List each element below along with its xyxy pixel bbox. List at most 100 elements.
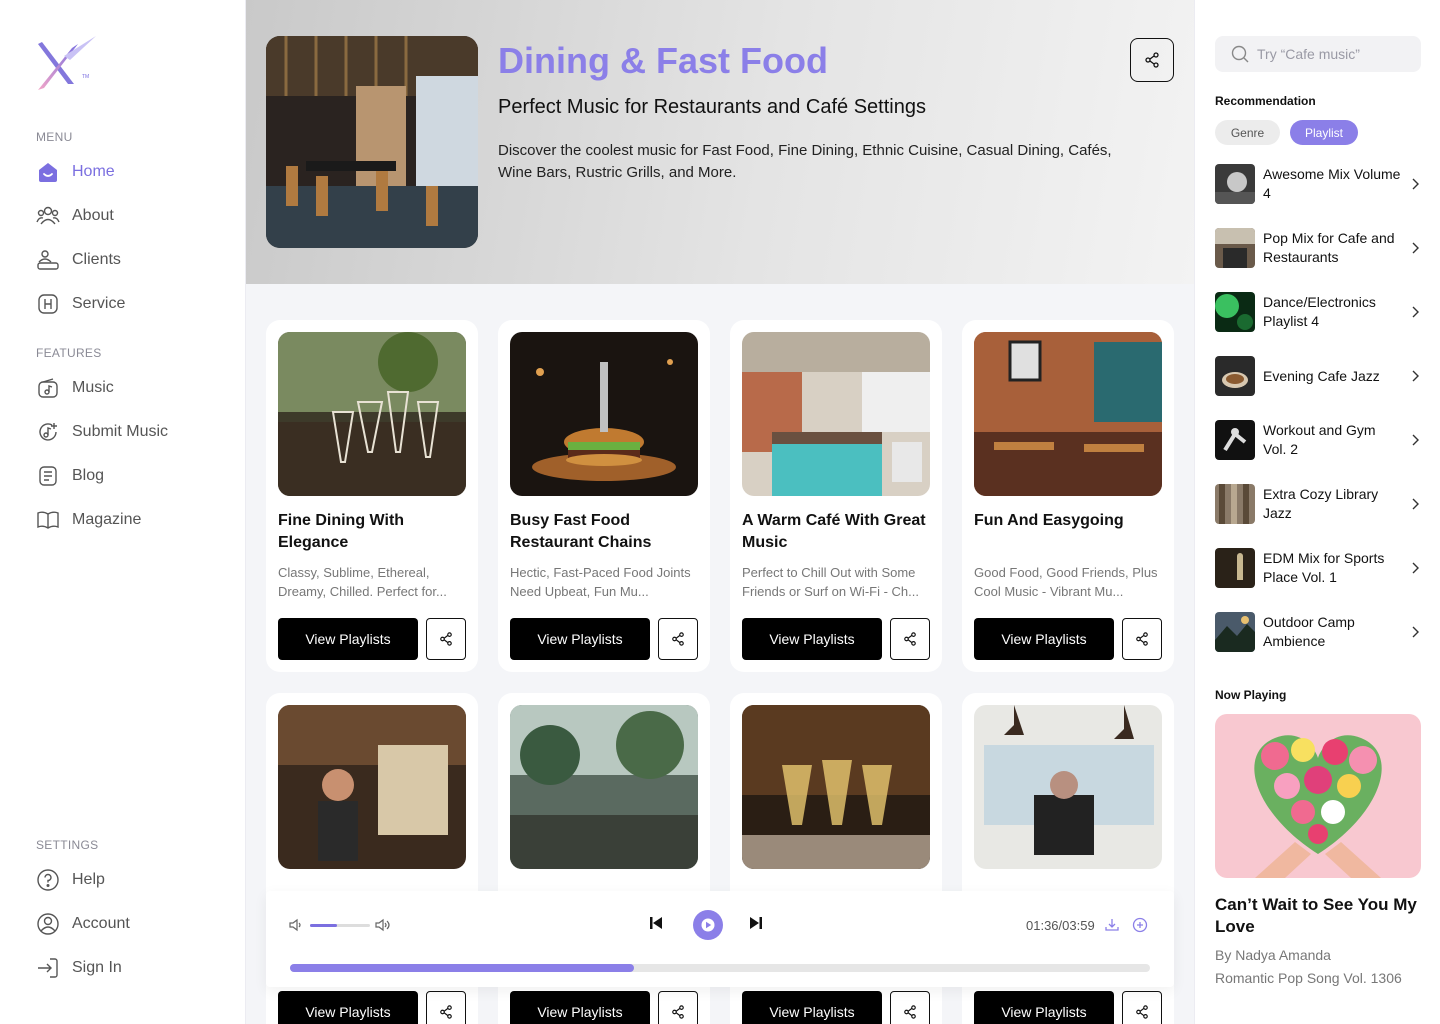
view-playlists-button[interactable]: View Playlists [278, 991, 418, 1024]
play-button[interactable] [693, 910, 723, 940]
recommendation-title: EDM Mix for Sports Place Vol. 1 [1263, 549, 1401, 587]
view-playlists-button[interactable]: View Playlists [742, 991, 882, 1024]
playback-progress-bar[interactable] [290, 964, 1150, 972]
book-icon [36, 508, 60, 532]
recommendation-item[interactable]: Workout and Gym Vol. 2 [1215, 420, 1421, 460]
volume-high-icon[interactable] [374, 917, 392, 933]
view-playlists-button[interactable]: View Playlists [974, 618, 1114, 660]
card-title: A Warm Café With Great Music [742, 510, 932, 554]
account-icon [36, 912, 60, 936]
nav-about[interactable]: About [36, 202, 114, 230]
nav-home[interactable]: Home [36, 158, 115, 186]
menu-section-label: MENU [36, 130, 73, 144]
chevron-right-icon [1409, 562, 1421, 574]
play-icon [701, 918, 715, 932]
chip-playlist[interactable]: Playlist [1290, 120, 1358, 145]
card-description: Perfect to Chill Out with Some Friends o… [742, 563, 932, 601]
nav-clients-label: Clients [72, 251, 121, 269]
features-section-label: FEATURES [36, 346, 102, 360]
share-button[interactable] [1130, 38, 1174, 82]
recommendation-item[interactable]: Extra Cozy Library Jazz [1215, 484, 1421, 524]
chip-genre[interactable]: Genre [1215, 120, 1280, 145]
clients-icon [36, 248, 60, 272]
nav-home-label: Home [72, 163, 115, 181]
next-track-icon[interactable] [748, 915, 764, 931]
nav-clients[interactable]: Clients [36, 246, 121, 274]
playlist-thumbnail [1215, 484, 1255, 524]
volume-slider-fill [310, 924, 337, 927]
nav-submit-music-label: Submit Music [72, 423, 168, 441]
svg-text:TM: TM [82, 74, 89, 80]
card-share-button[interactable] [890, 991, 930, 1024]
card-share-button[interactable] [658, 991, 698, 1024]
brand-logo[interactable]: TM [34, 34, 100, 92]
playlist-thumbnail [1215, 356, 1255, 396]
nav-account[interactable]: Account [36, 910, 130, 938]
nav-sign-in[interactable]: Sign In [36, 954, 122, 982]
now-playing-cover [1215, 714, 1421, 878]
nav-service[interactable]: Service [36, 290, 125, 318]
recommendation-item[interactable]: EDM Mix for Sports Place Vol. 1 [1215, 548, 1421, 588]
nav-submit-music[interactable]: Submit Music [36, 418, 168, 446]
card-description: Hectic, Fast-Paced Food Joints Need Upbe… [510, 563, 700, 601]
playlist-thumbnail [1215, 612, 1255, 652]
view-playlists-button[interactable]: View Playlists [974, 991, 1114, 1024]
view-playlists-button[interactable]: View Playlists [742, 618, 882, 660]
view-playlists-button[interactable]: View Playlists [278, 618, 418, 660]
playlist-thumbnail [1215, 548, 1255, 588]
hero-banner: Dining & Fast Food Perfect Music for Res… [246, 0, 1194, 284]
card-image [278, 705, 466, 869]
card-share-button[interactable] [1122, 618, 1162, 660]
previous-track-icon[interactable] [648, 915, 664, 931]
download-icon[interactable] [1104, 917, 1120, 933]
nav-blog-label: Blog [72, 467, 104, 485]
recommendation-title: Pop Mix for Cafe and Restaurants [1263, 229, 1401, 267]
playlist-thumbnail [1215, 164, 1255, 204]
recommendation-item[interactable]: Outdoor Camp Ambience [1215, 612, 1421, 652]
card-share-button[interactable] [890, 618, 930, 660]
search-box[interactable] [1215, 36, 1421, 72]
sign-in-icon [36, 956, 60, 980]
card-share-button[interactable] [658, 618, 698, 660]
view-playlists-button[interactable]: View Playlists [510, 618, 650, 660]
card-image [974, 705, 1162, 869]
view-playlists-button[interactable]: View Playlists [510, 991, 650, 1024]
nav-help[interactable]: Help [36, 866, 105, 894]
help-icon [36, 868, 60, 892]
nav-help-label: Help [72, 871, 105, 889]
settings-section-label: SETTINGS [36, 838, 98, 852]
chevron-right-icon [1409, 626, 1421, 638]
card-share-button[interactable] [426, 618, 466, 660]
chevron-right-icon [1409, 178, 1421, 190]
recommendation-item[interactable]: Evening Cafe Jazz [1215, 356, 1421, 396]
right-panel: Recommendation Genre Playlist Awesome Mi… [1194, 0, 1440, 1024]
playlist-thumbnail [1215, 292, 1255, 332]
nav-blog[interactable]: Blog [36, 462, 104, 490]
share-icon [439, 1005, 453, 1019]
add-circle-icon[interactable] [1132, 917, 1148, 933]
hero-image [266, 36, 478, 248]
recommendation-item[interactable]: Dance/Electronics Playlist 4 [1215, 292, 1421, 332]
share-icon [903, 1005, 917, 1019]
music-icon [36, 376, 60, 400]
nav-magazine[interactable]: Magazine [36, 506, 141, 534]
playback-progress-fill [290, 964, 634, 972]
search-input[interactable] [1257, 46, 1407, 62]
page-title: Dining & Fast Food [498, 40, 828, 82]
nav-music[interactable]: Music [36, 374, 114, 402]
card-image [278, 332, 466, 496]
chevron-right-icon [1409, 242, 1421, 254]
card-title: Busy Fast Food Restaurant Chains [510, 510, 700, 554]
nav-service-label: Service [72, 295, 125, 313]
recommendation-item[interactable]: Pop Mix for Cafe and Restaurants [1215, 228, 1421, 268]
share-icon [439, 632, 453, 646]
card-share-button[interactable] [1122, 991, 1162, 1024]
playlist-card: A Warm Café With Great Music Perfect to … [730, 320, 942, 672]
share-icon [1135, 1005, 1149, 1019]
service-icon [36, 292, 60, 316]
volume-slider[interactable] [310, 924, 370, 927]
recommendation-item[interactable]: Awesome Mix Volume 4 [1215, 164, 1421, 204]
volume-low-icon[interactable] [288, 917, 304, 933]
card-share-button[interactable] [426, 991, 466, 1024]
page-description: Discover the coolest music for Fast Food… [498, 140, 1148, 184]
